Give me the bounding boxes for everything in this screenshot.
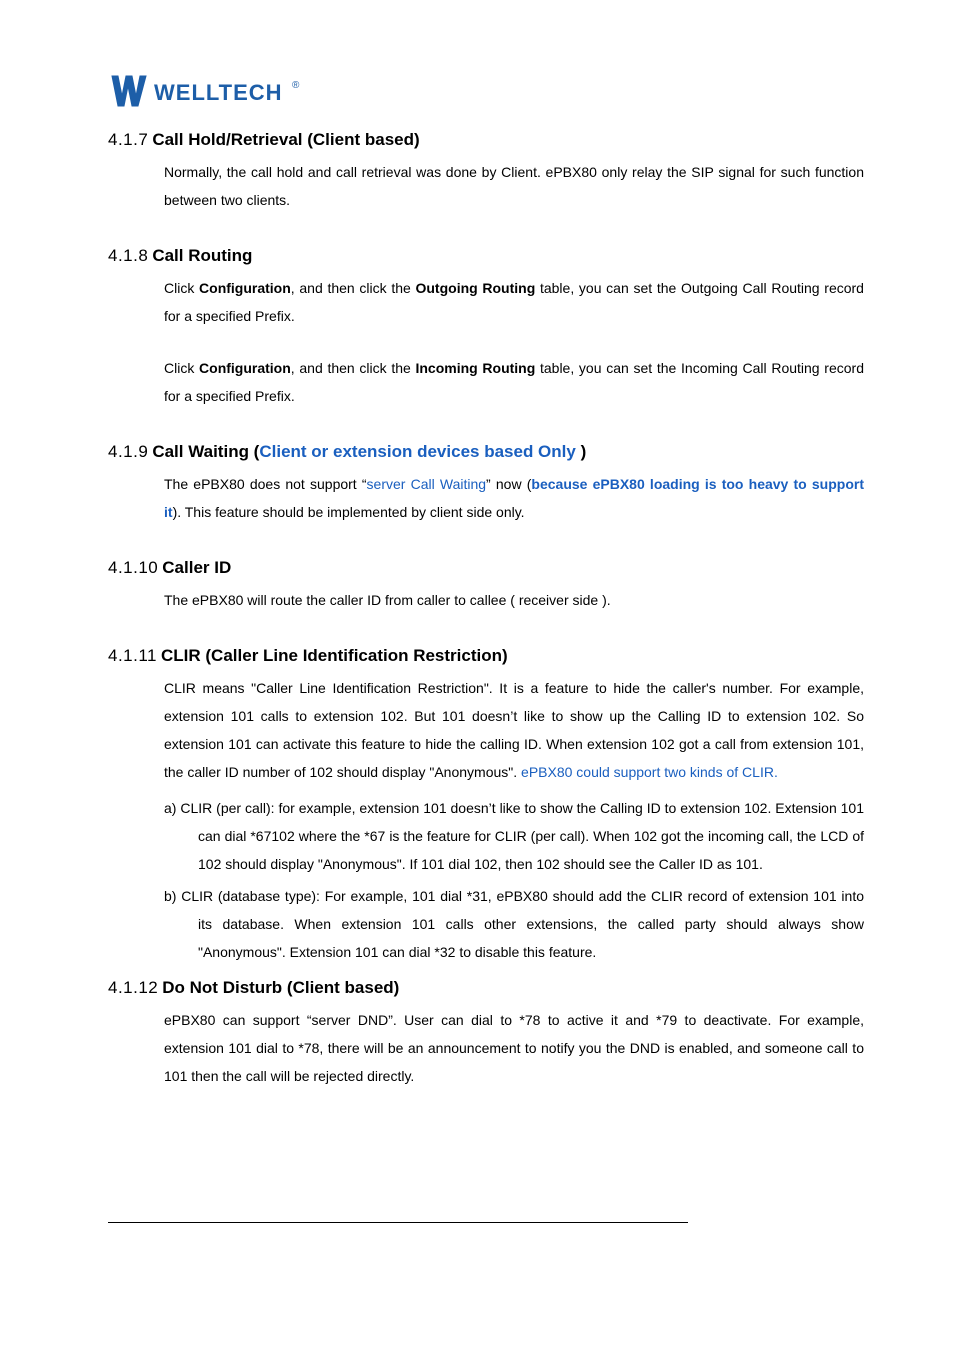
document-content: 4.1.7 Call Hold/Retrieval (Client based)… <box>108 130 864 1090</box>
text-run: Incoming Routing <box>415 360 535 376</box>
paragraph: Normally, the call hold and call retriev… <box>164 158 864 214</box>
title-part: Caller ID <box>162 558 231 577</box>
paragraph: The ePBX80 does not support “server Call… <box>164 470 864 526</box>
text-run: , and then click the <box>291 280 416 296</box>
text-run: The ePBX80 will route the caller ID from… <box>164 592 611 608</box>
paragraph: ePBX80 can support “server DND”. User ca… <box>164 1006 864 1090</box>
text-run: The ePBX80 does not support “ <box>164 476 367 492</box>
section-number: 4.1.11 <box>108 646 157 666</box>
text-run: Configuration <box>199 360 291 376</box>
paragraph: Click Configuration, and then click the … <box>164 274 864 330</box>
section-number: 4.1.12 <box>108 978 158 998</box>
section-title: Call Waiting (Client or extension device… <box>152 442 586 462</box>
section-title: Caller ID <box>162 558 231 578</box>
text-run: b) CLIR (database type): For example, 10… <box>164 888 864 960</box>
footer-rule <box>108 1222 688 1223</box>
title-part: Call Hold/Retrieval (Client based) <box>152 130 419 149</box>
section-number: 4.1.9 <box>108 442 148 462</box>
page-container: WELLTECH ® 4.1.7 Call Hold/Retrieval (Cl… <box>0 0 954 1174</box>
text-run: a) CLIR (per call): for example, extensi… <box>164 800 864 872</box>
title-part: CLIR (Caller Line Identification Restric… <box>161 646 508 665</box>
text-run: ePBX80 can support “server DND”. User ca… <box>164 1012 864 1084</box>
logo-text: WELLTECH <box>154 80 283 105</box>
section-heading: 4.1.12 Do Not Disturb (Client based) <box>108 978 864 998</box>
paragraph: b) CLIR (database type): For example, 10… <box>164 882 864 966</box>
text-run: Click <box>164 360 199 376</box>
section-number: 4.1.10 <box>108 558 158 578</box>
title-part: Call Routing <box>152 246 252 265</box>
title-part: ) <box>581 442 587 461</box>
paragraph: The ePBX80 will route the caller ID from… <box>164 586 864 614</box>
text-run: Configuration <box>199 280 291 296</box>
text-run: ” now ( <box>486 476 531 492</box>
section-heading: 4.1.11 CLIR (Caller Line Identification … <box>108 646 864 666</box>
section-number: 4.1.7 <box>108 130 148 150</box>
text-run: , and then click the <box>291 360 416 376</box>
text-run: ePBX80 could support two kinds of CLIR. <box>521 764 778 780</box>
section-heading: 4.1.9 Call Waiting (Client or extension … <box>108 442 864 462</box>
text-run: Click <box>164 280 199 296</box>
text-run: Normally, the call hold and call retriev… <box>164 164 864 208</box>
text-run: Outgoing Routing <box>415 280 535 296</box>
section-heading: 4.1.10 Caller ID <box>108 558 864 578</box>
title-part: Call Waiting ( <box>152 442 259 461</box>
logo-svg: WELLTECH ® <box>108 70 318 112</box>
text-run: ). This feature should be implemented by… <box>173 504 525 520</box>
logo: WELLTECH ® <box>108 70 864 112</box>
paragraph: CLIR means "Caller Line Identification R… <box>164 674 864 786</box>
section-title: CLIR (Caller Line Identification Restric… <box>161 646 508 666</box>
section-title: Call Routing <box>152 246 252 266</box>
section-heading: 4.1.8 Call Routing <box>108 246 864 266</box>
text-run: server Call Waiting <box>367 476 487 492</box>
logo-reg-icon: ® <box>292 80 300 91</box>
section-title: Do Not Disturb (Client based) <box>162 978 399 998</box>
title-part: Client or extension devices based Only <box>259 442 580 461</box>
section-heading: 4.1.7 Call Hold/Retrieval (Client based) <box>108 130 864 150</box>
section-number: 4.1.8 <box>108 246 148 266</box>
title-part: Do Not Disturb (Client based) <box>162 978 399 997</box>
paragraph: a) CLIR (per call): for example, extensi… <box>164 794 864 878</box>
section-title: Call Hold/Retrieval (Client based) <box>152 130 419 150</box>
paragraph: Click Configuration, and then click the … <box>164 354 864 410</box>
